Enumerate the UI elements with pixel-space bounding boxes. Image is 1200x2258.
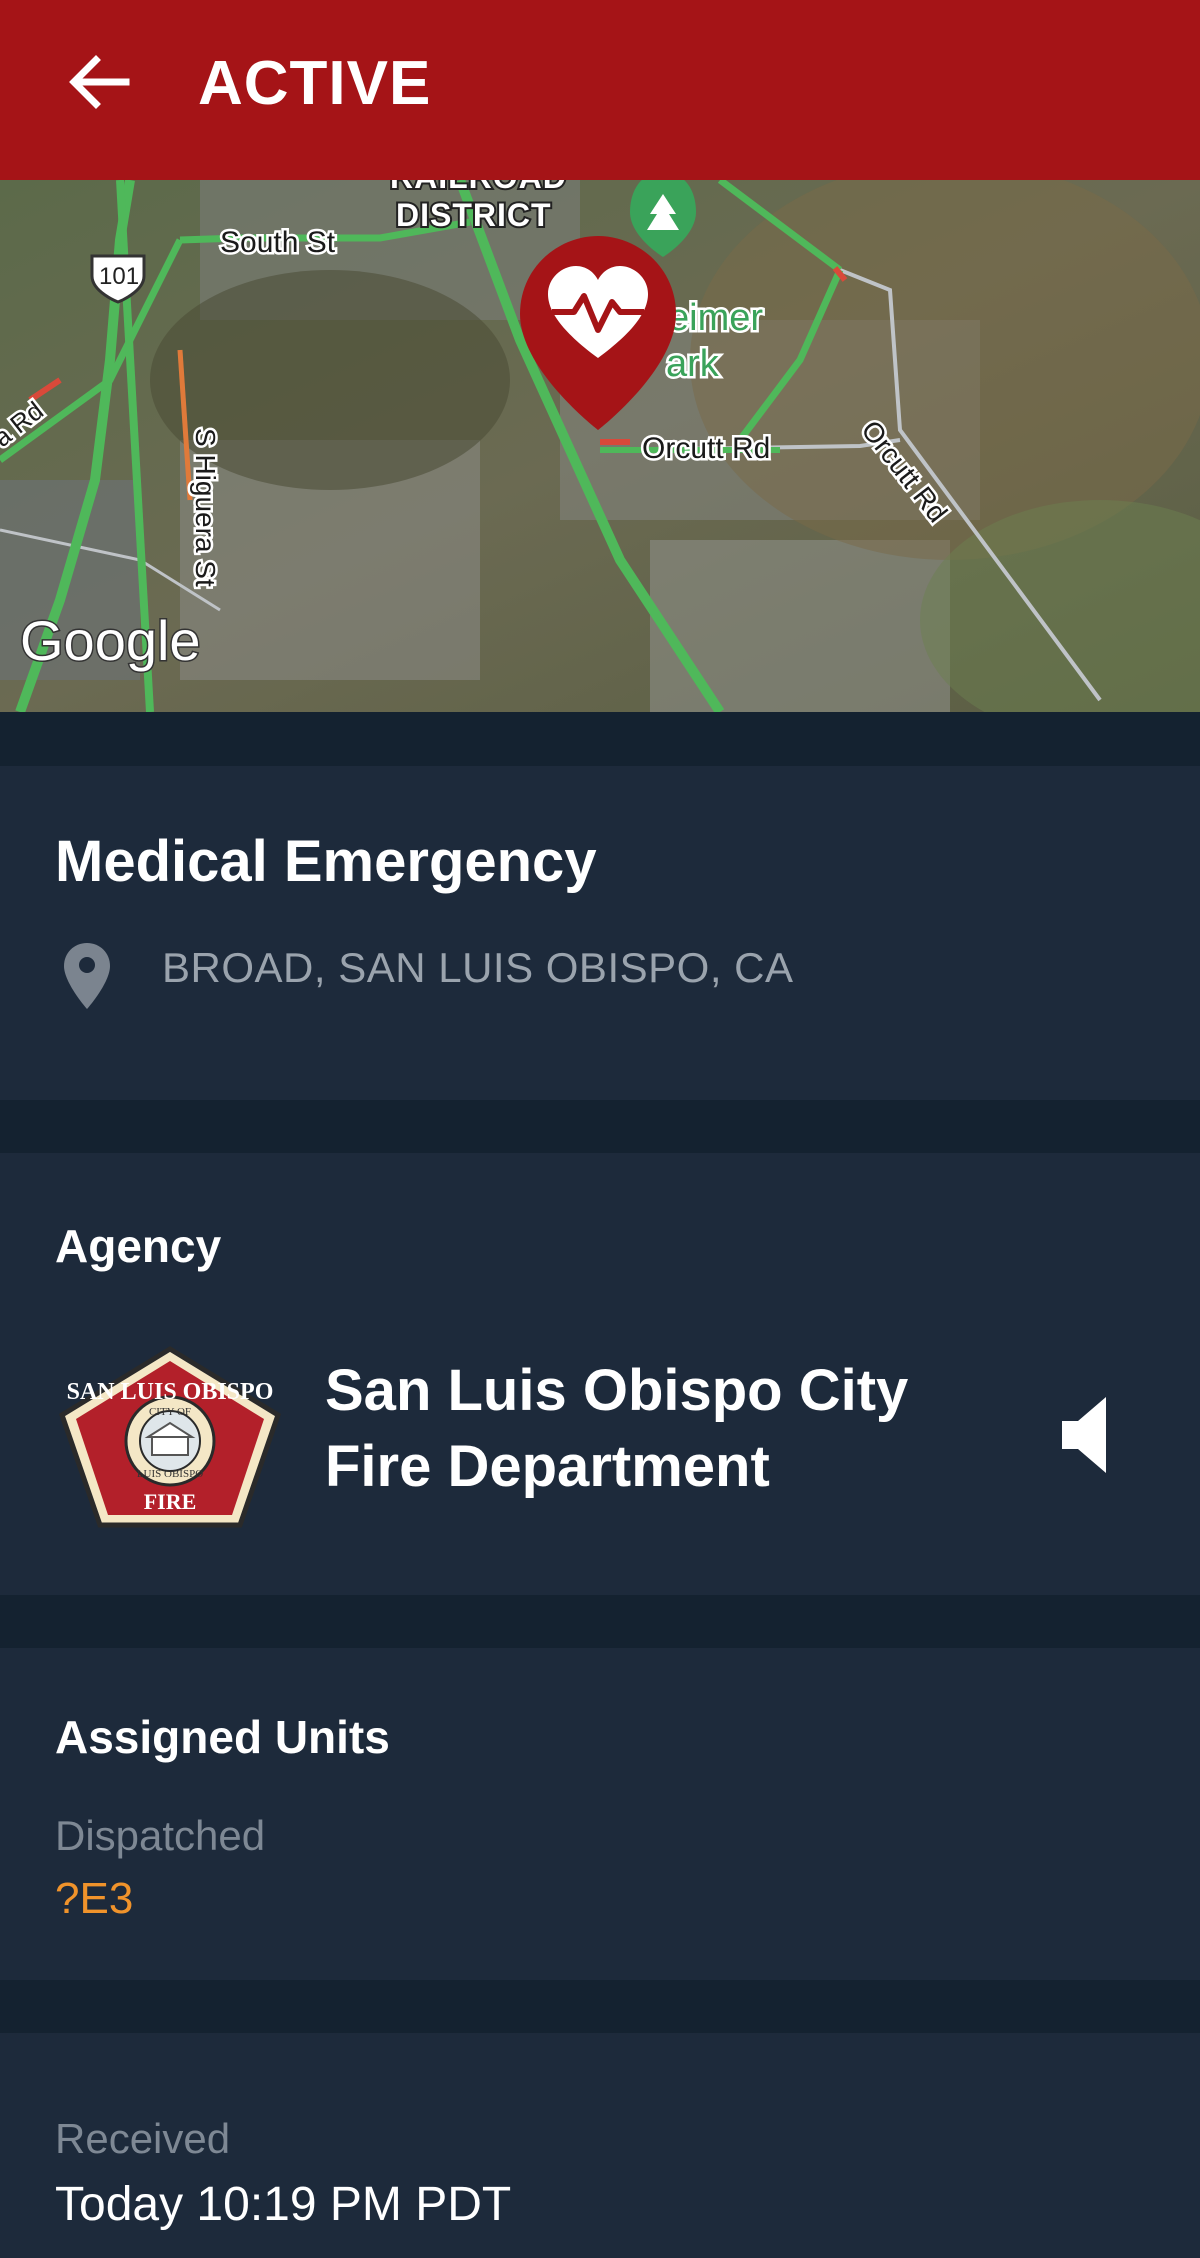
map-pin-icon <box>64 943 110 1009</box>
arrow-left-icon <box>69 55 130 109</box>
agency-name-line1: San Luis Obispo City <box>325 1358 909 1423</box>
unit-id[interactable]: ?E3 <box>55 1874 133 1924</box>
map-label-park-2: ark <box>666 343 720 385</box>
agency-name-line2: Fire Department <box>325 1434 770 1499</box>
agency-label: Agency <box>55 1220 222 1272</box>
svg-text:LUIS OBISPO: LUIS OBISPO <box>137 1468 203 1480</box>
received-time: Today 10:19 PM PDT <box>55 2178 512 2231</box>
incident-address[interactable]: BROAD, SAN LUIS OBISPO, CA <box>162 944 794 992</box>
agency-card: Agency SAN LUIS OBISPO CITY OF LUIS OBIS… <box>0 1153 1200 1595</box>
incident-title: Medical Emergency <box>55 829 597 894</box>
speaker-icon[interactable] <box>1060 1395 1112 1475</box>
assigned-units-card: Assigned Units Dispatched ?E3 <box>0 1648 1200 1980</box>
map-label-orcutt-rd: Orcutt Rd <box>642 432 770 465</box>
incident-map[interactable]: RAILROAD DISTRICT South St Orcutt Rd Orc… <box>0 180 1200 712</box>
fire-department-seal-logo: SAN LUIS OBISPO CITY OF LUIS OBISPO FIRE <box>58 1346 282 1528</box>
dispatch-status: Dispatched <box>55 1812 266 1859</box>
svg-text:SAN LUIS OBISPO: SAN LUIS OBISPO <box>67 1379 274 1405</box>
received-card: Received Today 10:19 PM PDT <box>0 2033 1200 2258</box>
map-label-district: DISTRICT <box>396 197 552 233</box>
assigned-units-label: Assigned Units <box>55 1711 390 1763</box>
received-label: Received <box>55 2115 231 2162</box>
google-logo: Google <box>20 609 201 672</box>
map-label-s-higuera-st: S Higuera St <box>190 428 221 587</box>
map-label-railroad: RAILROAD <box>390 180 567 195</box>
incident-card: Medical Emergency BROAD, SAN LUIS OBISPO… <box>0 766 1200 1100</box>
map-label-park-1: eimer <box>668 297 763 339</box>
svg-text:FIRE: FIRE <box>144 1489 197 1514</box>
back-button[interactable] <box>60 44 140 124</box>
page-title: ACTIVE <box>198 49 432 118</box>
svg-text:CITY OF: CITY OF <box>149 1406 191 1418</box>
map-label-south-st: South St <box>220 226 336 259</box>
svg-text:101: 101 <box>99 263 139 290</box>
app-bar: ACTIVE <box>0 0 1200 180</box>
agency-name: San Luis Obispo City Fire Department <box>325 1353 965 1505</box>
